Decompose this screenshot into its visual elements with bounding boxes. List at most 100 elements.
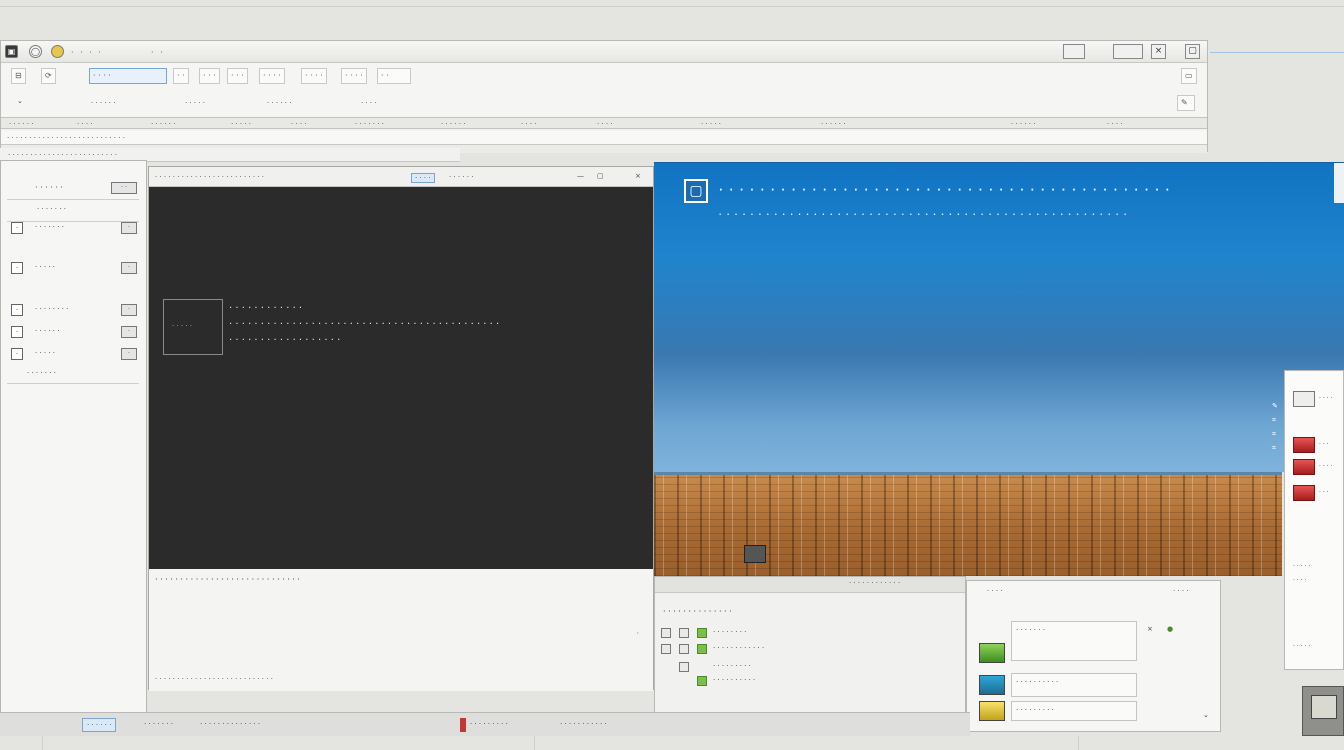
ribbon-item[interactable]: · · · · · ·: [441, 120, 465, 128]
breadcrumb-text[interactable]: · · · · · · · · · · · · · · · · · · · · …: [8, 151, 117, 159]
toolbar-button[interactable]: · · · ·: [259, 68, 285, 84]
sidebar-item-chip[interactable]: ·: [121, 262, 137, 274]
console-bottom-icons[interactable]: · · · · · · · · · · · · · · · · · · · · …: [155, 675, 273, 683]
secondary-toolbar: ⌄ · · · · · · · · · · · · · · · · · · · …: [1, 89, 1207, 117]
toolbar-button[interactable]: · ·: [173, 68, 189, 84]
panel-item-icon[interactable]: [1293, 437, 1315, 453]
ribbon-item[interactable]: · · · ·: [1107, 120, 1123, 128]
ribbon-item[interactable]: · · · ·: [597, 120, 613, 128]
ribbon-strip: · · · · · · · · · · · · · · · · · · · · …: [1, 117, 1207, 129]
console-window: · · · · · · · · · · · · · · · · · · · · …: [148, 166, 654, 691]
list-item[interactable]: · · · · · · · · · · · ·: [661, 643, 831, 657]
sidebar-item[interactable]: · · · · · · ·: [7, 259, 139, 277]
toolbar-button[interactable]: · · ·: [199, 68, 220, 84]
panel-item-icon[interactable]: [1293, 391, 1315, 407]
maximize-icon[interactable]: ▢: [597, 172, 604, 180]
sidebar-item-label: · · · · ·: [35, 349, 56, 357]
console-title-tab[interactable]: · · · ·: [411, 173, 435, 183]
window-menu-icon[interactable]: ▣: [5, 45, 18, 58]
right-panel-card[interactable]: · · · · · · · · · ·: [1011, 673, 1137, 697]
title-tab[interactable]: · · · ·: [71, 48, 103, 57]
ribbon-item[interactable]: · · · · · ·: [151, 120, 175, 128]
close-icon[interactable]: ×: [1147, 625, 1153, 633]
toolbar-button[interactable]: · · · ·: [301, 68, 327, 84]
toolbar-window-button[interactable]: ⊟: [11, 68, 26, 84]
main-toolbar: ⊟ ⟳ · · · · · · · · · · · · · · · · · · …: [1, 63, 1207, 89]
toolbar-dropdown[interactable]: · ·: [377, 68, 411, 84]
list-item-label: · · · · · · · ·: [713, 628, 747, 636]
wood-image: [654, 472, 1282, 576]
home-icon[interactable]: [51, 45, 64, 58]
chevron-down-icon[interactable]: ⌄: [17, 97, 23, 105]
scroll-icon[interactable]: ⌄: [1203, 711, 1209, 719]
restore-icon[interactable]: ▢: [1185, 44, 1200, 59]
thumbnail-image[interactable]: [979, 675, 1005, 695]
console-status: · · · · · · · · · · · · · · · · · · · · …: [155, 575, 300, 584]
banner-side-icons[interactable]: ✎ ⌗ ⌗ ⌗: [1272, 399, 1278, 455]
left-panel-footer-label: · · · · · · ·: [27, 369, 56, 377]
item-icon: [679, 662, 689, 672]
taskbar-item[interactable]: · · · · · · ·: [140, 718, 177, 732]
console-output[interactable]: · · · · · · · · · · · · · · · · · · · · …: [149, 187, 653, 569]
ribbon-item[interactable]: · · · · · · ·: [355, 120, 384, 128]
ribbon-item[interactable]: · · · ·: [77, 120, 93, 128]
list-item[interactable]: · · · · · · · · · ·: [661, 675, 831, 689]
right-panel-card[interactable]: · · · · · · · · ·: [1011, 701, 1137, 721]
taskbar-item[interactable]: · · · · · · · · ·: [460, 718, 512, 732]
item-icon: [679, 644, 689, 654]
thumbnail-image[interactable]: [979, 643, 1005, 663]
sidebar-item-label: · · · · · · · ·: [35, 305, 69, 313]
toolbar-side-button[interactable]: ▭: [1181, 68, 1197, 84]
scroll-marker[interactable]: ·: [636, 629, 639, 638]
toolbar-button-active[interactable]: · · · ·: [89, 68, 167, 84]
close-icon[interactable]: ×: [635, 172, 641, 180]
console-thumbnail: · · · · ·: [163, 299, 223, 355]
taskbar-item[interactable]: · · · · · ·: [82, 718, 117, 732]
left-panel-header-chip[interactable]: · ·: [111, 182, 137, 194]
sidebar-item[interactable]: · · · · · · · · · ·: [7, 301, 139, 319]
toolbar-edit-button[interactable]: ✎: [1177, 95, 1195, 111]
back-nav-icon[interactable]: ◯: [29, 45, 42, 58]
console-title-right: · · · · · ·: [449, 173, 474, 181]
left-panel-filter[interactable]: · · · · · · ·: [7, 201, 139, 219]
sidebar-item-chip[interactable]: ·: [121, 326, 137, 338]
toolbar-button[interactable]: · · · ·: [341, 68, 367, 84]
taskbar-item[interactable]: · · · · · · · · · · · · · ·: [196, 718, 264, 732]
toolbar-label: · · · ·: [361, 99, 377, 107]
status-icon: [697, 676, 707, 686]
ribbon-item[interactable]: · · · · ·: [231, 120, 251, 128]
ribbon-item[interactable]: · · · · · ·: [821, 120, 845, 128]
sidebar-item-chip[interactable]: ·: [121, 304, 137, 316]
right-panel-card[interactable]: · · · · · · ·: [1011, 621, 1137, 661]
toolbar-label: · · · · · ·: [267, 99, 292, 107]
ribbon-item[interactable]: · · · · · ·: [9, 120, 33, 128]
left-panel-footer[interactable]: · · · · · · ·: [7, 365, 139, 383]
thumbnail-image[interactable]: [979, 701, 1005, 721]
minimize-icon[interactable]: —: [577, 172, 584, 180]
ribbon-item[interactable]: · · · ·: [291, 120, 307, 128]
sidebar-item[interactable]: · · · · · · · ·: [7, 323, 139, 341]
title-tab-2[interactable]: · ·: [151, 48, 165, 57]
taskbar-item[interactable]: · · · · · · · · · · ·: [556, 718, 611, 732]
minimize-button[interactable]: [1063, 44, 1085, 59]
ribbon-item[interactable]: · · · ·: [521, 120, 537, 128]
console-titlebar: · · · · · · · · · · · · · · · · · · · · …: [149, 167, 653, 187]
toolbar-button[interactable]: · · ·: [227, 68, 248, 84]
sidebar-item-chip[interactable]: ·: [121, 348, 137, 360]
panel-item-icon[interactable]: [1293, 485, 1315, 501]
close-icon[interactable]: ×: [1151, 44, 1166, 59]
sidebar-item[interactable]: · · · · · · · · ·: [7, 219, 139, 237]
list-item[interactable]: · · · · · · · ·: [661, 627, 831, 641]
ribbon-item[interactable]: · · · · ·: [701, 120, 721, 128]
list-item[interactable]: · · · · · · · · ·: [661, 661, 831, 675]
ribbon-item[interactable]: · · · · · ·: [1011, 120, 1035, 128]
maximize-button[interactable]: [1113, 44, 1143, 59]
panel-item-icon[interactable]: [1293, 459, 1315, 475]
device-icon: [744, 545, 766, 563]
status-icon: [697, 644, 707, 654]
menu-band-text[interactable]: · · · · · · · · · · · · · · · · · · · · …: [7, 134, 125, 142]
sidebar-item[interactable]: · · · · · · ·: [7, 345, 139, 363]
sidebar-item-chip[interactable]: ·: [121, 222, 137, 234]
refresh-icon[interactable]: ⟳: [41, 68, 56, 84]
mid-panel-heading: · · · · · · · · · · · · · ·: [663, 607, 732, 616]
